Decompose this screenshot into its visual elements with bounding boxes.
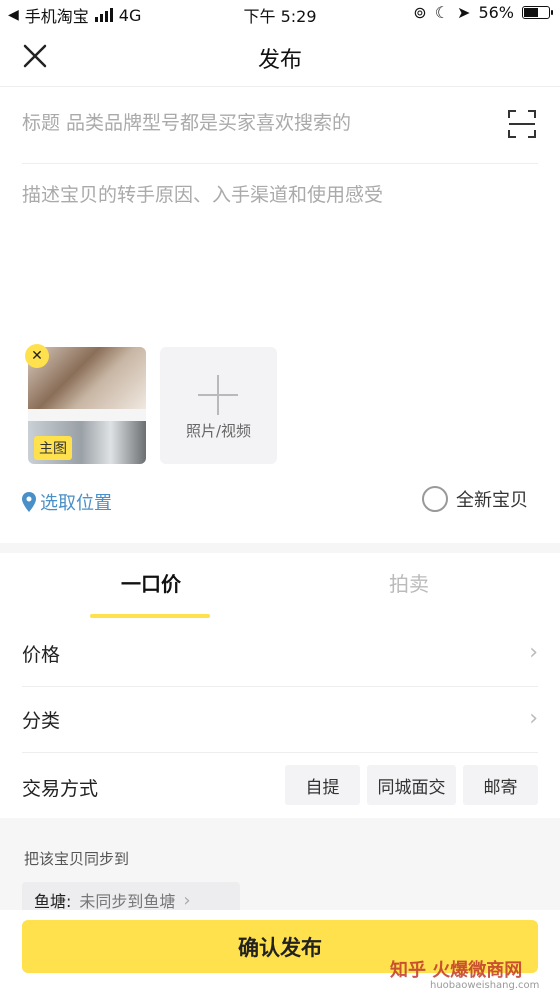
add-photo-video-button[interactable]: 照片/视频: [160, 347, 277, 464]
select-location-button[interactable]: 选取位置: [22, 489, 112, 515]
scan-icon: [508, 110, 536, 138]
chevron-right-icon: ›: [183, 889, 191, 911]
status-right: ⊚ ☾ ➤ 56%: [413, 3, 553, 22]
moon-icon: ☾: [434, 3, 450, 22]
photo-image-caption-strip: [28, 409, 146, 421]
battery-icon: [522, 6, 553, 19]
location-arrow-icon: ➤: [457, 3, 471, 22]
photo-thumbnail[interactable]: 主图: [28, 347, 146, 464]
sync-title: 把该宝贝同步到: [24, 850, 130, 868]
main-photo-tag: 主图: [34, 436, 72, 460]
header: 发布: [0, 28, 560, 86]
price-label: 价格: [22, 644, 61, 666]
radio-icon: [422, 486, 448, 512]
brand-new-label: 全新宝贝: [456, 490, 528, 511]
add-photo-label: 照片/视频: [185, 422, 252, 440]
chevron-right-icon: ›: [529, 706, 538, 731]
active-tab-indicator: [90, 614, 210, 618]
row-divider: [22, 752, 538, 753]
tab-fixed-price[interactable]: 一口价: [76, 568, 226, 597]
remove-photo-button[interactable]: ✕: [25, 344, 49, 368]
price-row[interactable]: 价格 ›: [0, 620, 560, 686]
watermark: 知乎 火爆微商网 huobaoweishang.com: [390, 956, 539, 991]
tab-auction[interactable]: 拍卖: [334, 568, 484, 597]
watermark-text: 知乎 火爆微商网: [390, 960, 523, 981]
brand-new-toggle[interactable]: 全新宝贝: [422, 486, 528, 512]
section-separator: [0, 543, 560, 553]
location-label: 选取位置: [40, 493, 112, 514]
trade-method-label: 交易方式: [22, 778, 99, 800]
category-label: 分类: [22, 710, 61, 732]
page-title: 发布: [257, 48, 302, 73]
sync-key: 鱼塘:: [34, 892, 72, 911]
trade-option-shipping[interactable]: 邮寄: [463, 765, 538, 805]
sync-value: 未同步到鱼塘: [79, 892, 176, 911]
chevron-right-icon: ›: [529, 640, 538, 665]
location-pin-icon: [22, 492, 36, 512]
trade-option-local-meetup[interactable]: 同城面交: [367, 765, 456, 805]
scan-button[interactable]: [506, 108, 538, 140]
close-icon: ✕: [31, 348, 43, 364]
status-bar: ◀ 手机淘宝 4G 下午 5:29 ⊚ ☾ ➤ 56%: [0, 0, 560, 28]
header-divider: [0, 86, 560, 87]
trade-option-pickup[interactable]: 自提: [285, 765, 360, 805]
title-input[interactable]: [22, 98, 492, 148]
orientation-lock-icon: ⊚: [413, 3, 427, 22]
plus-icon-vertical: [217, 375, 219, 415]
battery-percent: 56%: [478, 3, 514, 22]
title-divider: [22, 163, 538, 164]
category-row[interactable]: 分类 ›: [0, 686, 560, 752]
watermark-url: huobaoweishang.com: [430, 980, 540, 991]
description-input[interactable]: [22, 180, 538, 330]
